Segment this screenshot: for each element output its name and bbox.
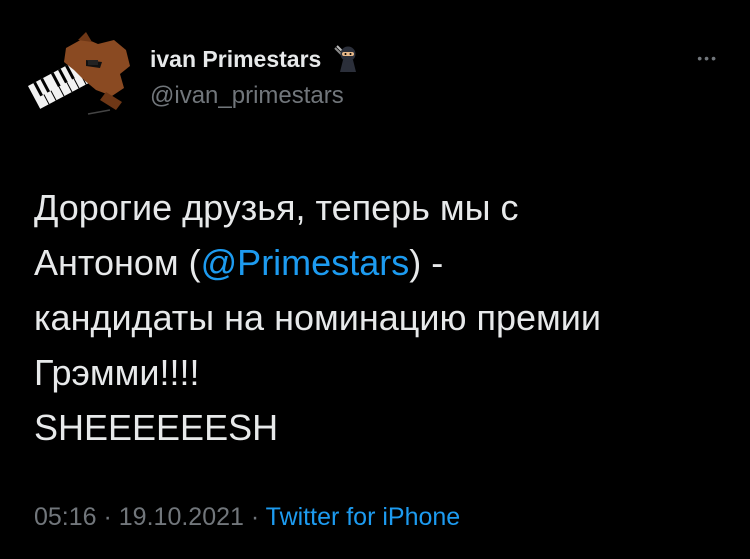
tweet-date[interactable]: 19.10.2021 bbox=[119, 503, 244, 531]
source-link[interactable]: Twitter for iPhone bbox=[266, 503, 461, 531]
more-options-icon[interactable]: ••• bbox=[697, 50, 718, 66]
avatar[interactable] bbox=[26, 30, 136, 118]
tweet-line: SHEEEEEESH bbox=[34, 407, 279, 448]
separator: · bbox=[243, 503, 266, 531]
author-block[interactable]: ivan Primestars @ivan_primestars bbox=[150, 42, 365, 110]
tweet-line: кандидаты на номинацию премии bbox=[34, 297, 601, 338]
separator: · bbox=[96, 503, 119, 531]
tweet-meta: 05:16 · 19.10.2021 · Twitter for iPhone bbox=[34, 503, 460, 532]
display-name[interactable]: ivan Primestars bbox=[150, 46, 321, 73]
tweet-line: Антоном (@Primestars) - bbox=[34, 235, 724, 290]
tweet-text: Дорогие друзья, теперь мы с Антоном (@Pr… bbox=[34, 180, 724, 455]
tweet-line: Грэмми!!!! bbox=[34, 352, 200, 393]
ninja-emoji-icon bbox=[334, 45, 357, 72]
mention-link[interactable]: @Primestars bbox=[201, 242, 410, 283]
tweet-time[interactable]: 05:16 bbox=[34, 503, 97, 531]
tweet-text-segment: ) - bbox=[409, 242, 444, 283]
handle[interactable]: @ivan_primestars bbox=[150, 82, 365, 110]
tweet-text-segment: Антоном ( bbox=[34, 242, 201, 283]
tweet-line: Дорогие друзья, теперь мы с bbox=[34, 187, 519, 228]
dog-piano-avatar-icon bbox=[27, 32, 130, 115]
